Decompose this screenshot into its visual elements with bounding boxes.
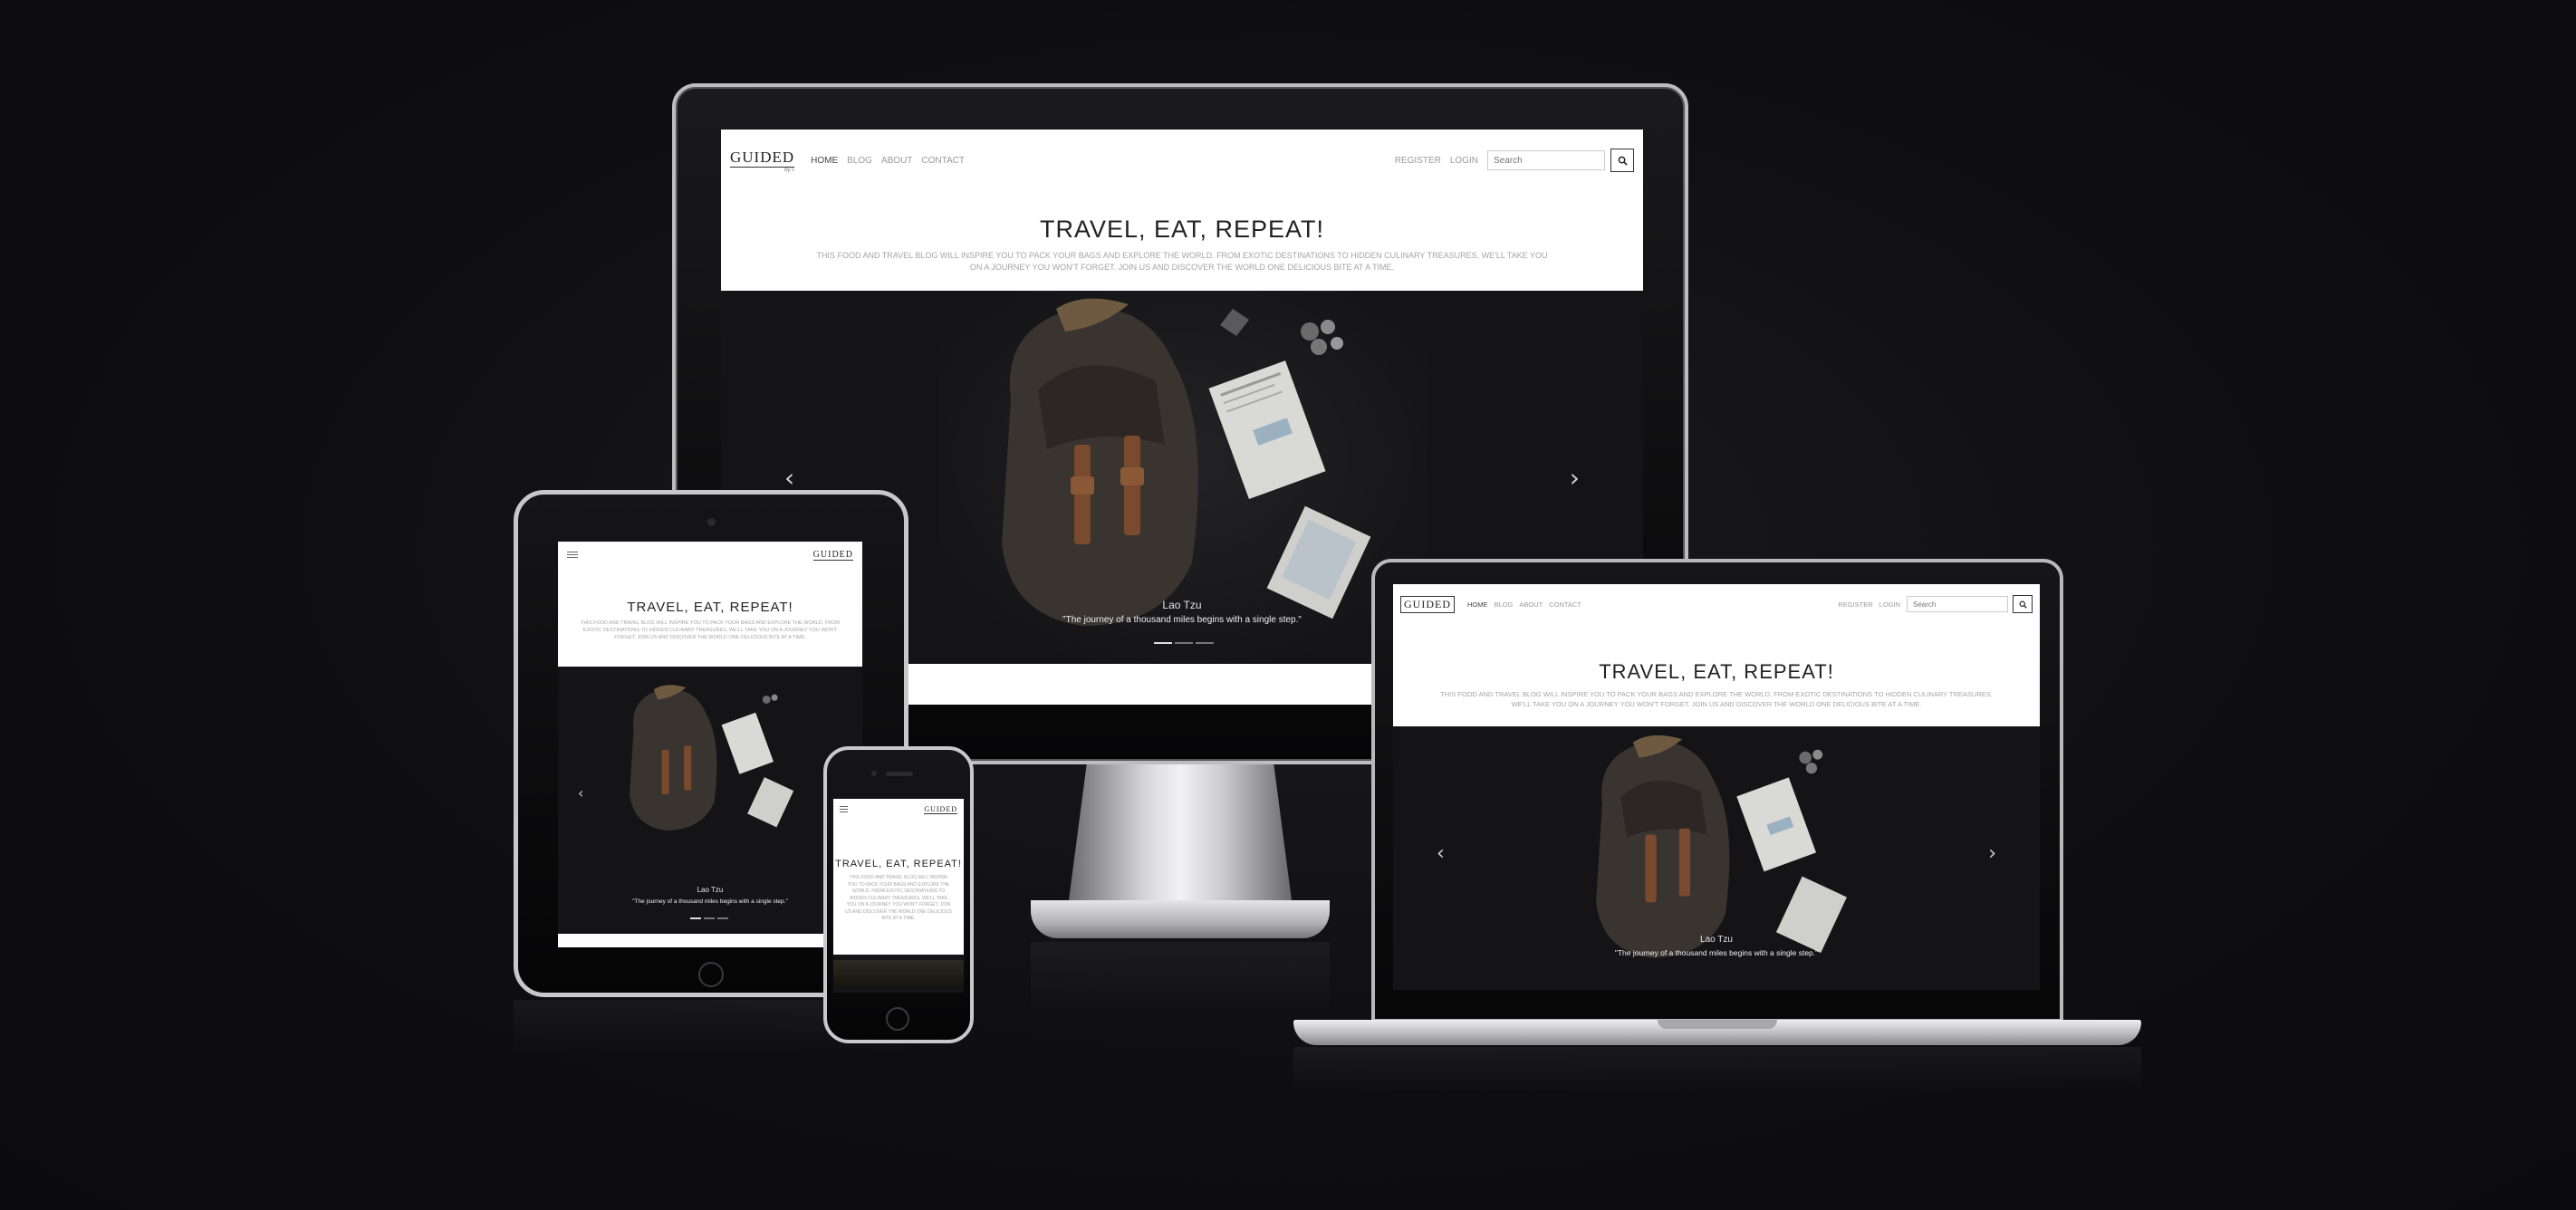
site-logo-tagline: by c [784, 167, 795, 173]
tablet-navbar: GUIDED [558, 542, 862, 569]
monitor-reflection [1031, 942, 1330, 1014]
tablet-carousel-caption-quote: "The journey of a thousand miles begins … [632, 898, 788, 905]
laptop-nav-link-home[interactable]: HOME [1467, 600, 1488, 609]
tablet-home-button [698, 962, 724, 987]
laptop-hero-carousel: ‹ › Lao Tzu "The journey of a thousand m… [1393, 726, 2040, 990]
tablet-carousel-prev-button[interactable]: ‹ [578, 784, 583, 802]
phone-home-button [886, 1007, 909, 1031]
tablet-hero-description: THIS FOOD AND TRAVEL BLOG WILL INSPIRE Y… [580, 620, 841, 640]
laptop-hero-description: THIS FOOD AND TRAVEL BLOG WILL INSPIRE Y… [1440, 690, 1993, 708]
carousel-indicator[interactable] [1196, 642, 1214, 644]
laptop-nav-link-about[interactable]: ABOUT [1519, 600, 1543, 609]
nav-link-register[interactable]: REGISTER [1395, 156, 1441, 166]
nav-link-home[interactable]: HOME [811, 156, 838, 166]
laptop-backpack-photo [1596, 735, 1847, 958]
phone-carousel-photo [833, 960, 964, 987]
hamburger-menu-icon[interactable] [567, 551, 578, 560]
carousel-next-button[interactable]: › [1570, 463, 1580, 493]
phone-camera [871, 771, 877, 776]
laptop-nav-link-login[interactable]: LOGIN [1879, 600, 1900, 609]
carousel-indicator[interactable] [717, 917, 728, 919]
phone-hero-description: THIS FOOD AND TRAVEL BLOG WILL INSPIRE Y… [845, 875, 952, 921]
laptop-search-input[interactable] [1907, 596, 2008, 612]
search-button[interactable] [1610, 149, 1634, 172]
nav-link-login[interactable]: LOGIN [1450, 156, 1478, 166]
phone-speaker [886, 772, 913, 776]
laptop-reflection [1293, 1047, 2141, 1092]
search-icon [1618, 156, 1628, 166]
laptop-site-logo[interactable]: GUIDED [1400, 595, 1455, 613]
tablet-site-logo[interactable]: GUIDED [812, 550, 853, 561]
laptop-nav-link-blog[interactable]: BLOG [1495, 600, 1514, 609]
carousel-prev-button[interactable]: ‹ [784, 463, 794, 493]
tablet-backpack-photo [630, 685, 794, 831]
desktop-monitor-stand [1069, 764, 1292, 900]
phone-hero-carousel [833, 955, 964, 993]
laptop-nav-link-contact[interactable]: CONTACT [1549, 600, 1581, 609]
phone-navbar: GUIDED [833, 799, 964, 821]
carousel-indicator[interactable] [690, 917, 701, 919]
hamburger-menu-icon[interactable] [840, 805, 848, 814]
desktop-monitor-base [1031, 900, 1330, 938]
search-input[interactable] [1487, 150, 1605, 170]
desktop-navbar: GUIDED by c HOME BLOG ABOUT CONTACT REGI… [721, 139, 1643, 182]
nav-link-contact[interactable]: CONTACT [921, 156, 965, 166]
carousel-indicator[interactable] [1154, 642, 1172, 644]
phone-hero-title: TRAVEL, EAT, REPEAT! [835, 859, 962, 869]
site-logo[interactable]: GUIDED [730, 149, 795, 168]
laptop-search-button[interactable] [2013, 595, 2033, 613]
tablet-screen: GUIDED TRAVEL, EAT, REPEAT! THIS FOOD AN… [558, 542, 862, 947]
laptop-carousel-next-button[interactable]: › [1988, 842, 1996, 865]
laptop-carousel-caption-author: Lao Tzu [1700, 935, 1733, 945]
tablet-hero-title: TRAVEL, EAT, REPEAT! [627, 600, 793, 615]
hero-description: THIS FOOD AND TRAVEL BLOG WILL INSPIRE Y… [816, 251, 1548, 272]
laptop-hinge-notch [1658, 1020, 1777, 1029]
laptop-carousel-prev-button[interactable]: ‹ [1437, 842, 1445, 865]
laptop-nav-link-register[interactable]: REGISTER [1838, 600, 1872, 609]
phone-screen: GUIDED TRAVEL, EAT, REPEAT! THIS FOOD AN… [833, 799, 964, 993]
laptop-screen: GUIDED HOME BLOG ABOUT CONTACT REGISTER … [1393, 584, 2040, 990]
nav-link-about[interactable]: ABOUT [881, 156, 912, 166]
carousel-indicator[interactable] [1175, 642, 1193, 644]
tablet-hero-carousel: ‹ › Lao Tzu "The journey of a thousand m… [558, 667, 862, 934]
nav-link-blog[interactable]: BLOG [847, 156, 872, 166]
laptop-hero-title: TRAVEL, EAT, REPEAT! [1599, 660, 1834, 683]
hero-title: TRAVEL, EAT, REPEAT! [1039, 216, 1325, 243]
search-icon [2019, 600, 2027, 609]
tablet-carousel-indicators [690, 917, 728, 919]
phone-site-logo[interactable]: GUIDED [924, 805, 957, 814]
carousel-indicator[interactable] [704, 917, 715, 919]
tablet-carousel-caption-author: Lao Tzu [697, 886, 724, 894]
laptop-navbar: GUIDED HOME BLOG ABOUT CONTACT REGISTER … [1393, 588, 2040, 620]
tablet-camera [707, 518, 716, 526]
laptop-carousel-caption-quote: "The journey of a thousand miles begins … [1614, 948, 1819, 957]
carousel-indicators [1154, 642, 1214, 644]
